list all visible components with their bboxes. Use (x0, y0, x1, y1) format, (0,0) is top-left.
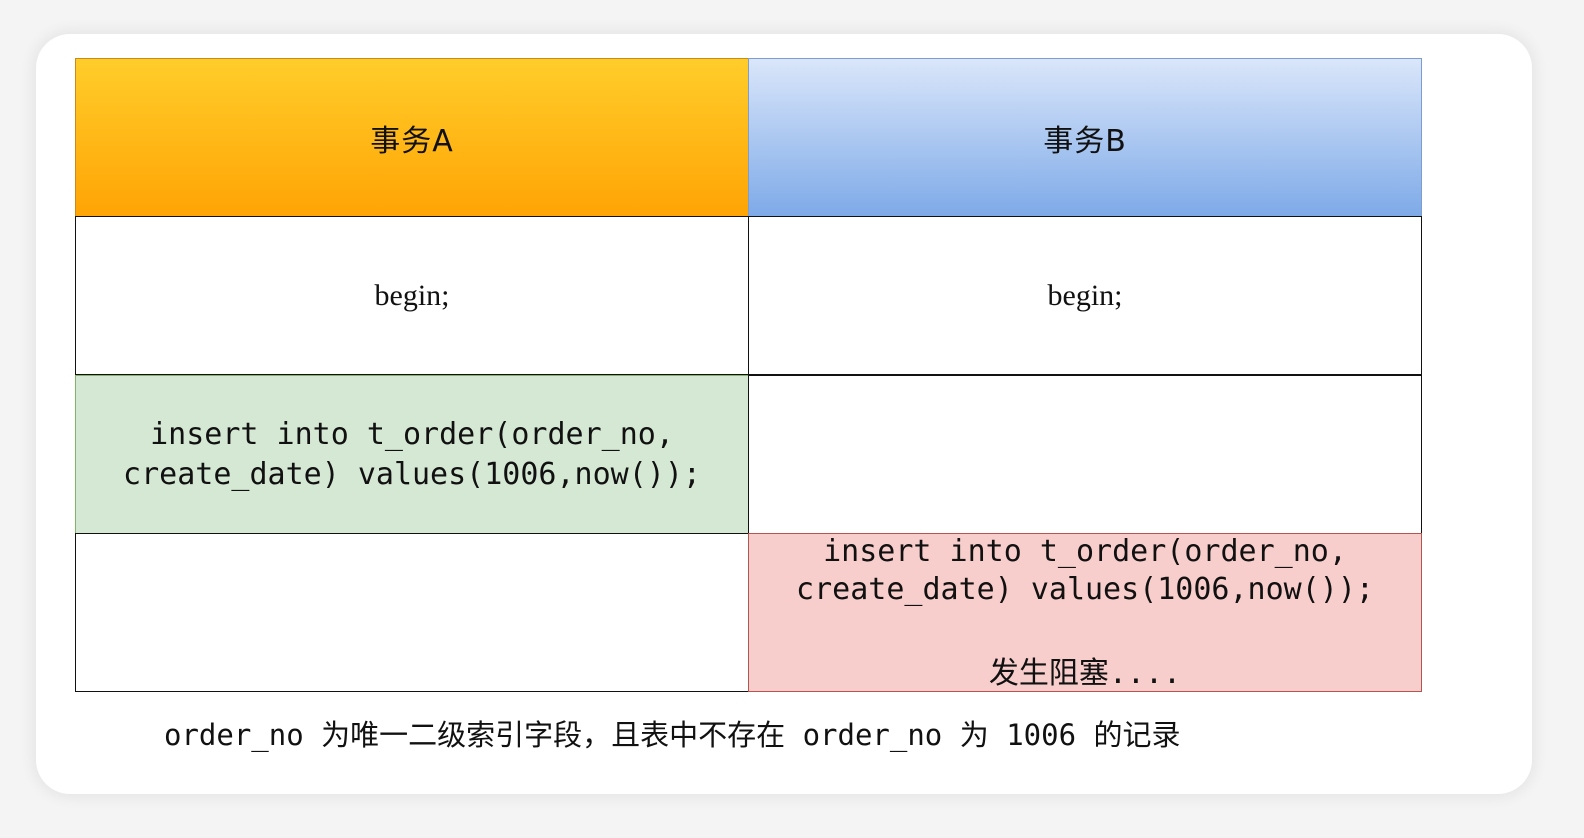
blocked-status: 发生阻塞.... (988, 656, 1182, 691)
insert-statement-a-line2: create_date) values(1006,now()); (123, 456, 701, 492)
header-transaction-b-label: 事务B (1043, 123, 1127, 159)
header-transaction-a: 事务A (75, 58, 749, 217)
cell-b-insert-blocked: insert into t_order(order_no, create_dat… (748, 533, 1422, 692)
header-transaction-a-label: 事务A (370, 123, 454, 159)
insert-statement-b-line2: create_date) values(1006,now()); (796, 572, 1374, 607)
header-transaction-b: 事务B (748, 58, 1422, 217)
insert-statement-a-line1: insert into t_order(order_no, (150, 416, 674, 452)
cell-a-begin: begin; (75, 216, 749, 375)
insert-statement-b-line1: insert into t_order(order_no, (823, 534, 1347, 569)
transaction-table: 事务A 事务B begin; begin; insert into t_orde… (75, 58, 1422, 692)
diagram-caption: order_no 为唯一二级索引字段，且表中不存在 order_no 为 100… (164, 718, 1181, 752)
cell-a-insert: insert into t_order(order_no, create_dat… (75, 375, 749, 534)
begin-statement-b: begin; (1047, 278, 1123, 312)
cell-b-empty (748, 375, 1422, 534)
cell-a-empty (75, 533, 749, 692)
cell-b-begin: begin; (748, 216, 1422, 375)
begin-statement-a: begin; (374, 278, 450, 312)
